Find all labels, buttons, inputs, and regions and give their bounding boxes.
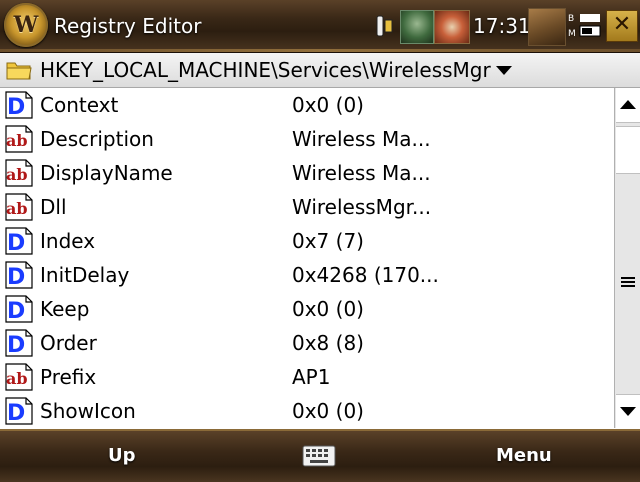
value-name: Index (40, 229, 96, 253)
value-name: DisplayName (40, 161, 173, 185)
value-data: 0x0 (0) (292, 297, 364, 321)
value-data: 0x0 (0) (292, 93, 364, 117)
path-bar[interactable]: HKEY_LOCAL_MACHINE\Services\WirelessMgr (0, 53, 640, 88)
svg-text:D: D (7, 299, 25, 323)
list-item[interactable]: D Index 0x7 (7) (0, 224, 614, 258)
string-value-icon: ab (4, 193, 34, 221)
value-data: WirelessMgr... (292, 195, 432, 219)
value-data: AP1 (292, 365, 331, 389)
svg-text:ab: ab (6, 165, 28, 184)
value-name: Dll (40, 195, 67, 219)
zombie-tray-icon[interactable] (400, 10, 434, 44)
title-bar: W Registry Editor 17:31 B M ✕ (0, 0, 640, 53)
drum-tray-icon[interactable] (434, 10, 470, 44)
registry-value-list[interactable]: D Context 0x0 (0) ab Description Wireless Ma.… (0, 88, 614, 428)
scroll-up-icon[interactable] (616, 88, 640, 123)
list-item[interactable]: D Context 0x0 (0) (0, 88, 614, 122)
svg-text:ab: ab (6, 199, 28, 218)
dword-value-icon: D (4, 261, 34, 290)
dword-value-icon: D (4, 295, 34, 324)
up-softkey[interactable]: Up (108, 445, 136, 466)
svg-text:M: M (568, 29, 576, 39)
scroll-grip-icon[interactable] (621, 272, 635, 287)
list-item[interactable]: D InitDelay 0x4268 (170... (0, 258, 614, 292)
value-name: InitDelay (40, 263, 130, 287)
list-item[interactable]: D ShowIcon 0x0 (0) (0, 394, 614, 428)
value-name: Prefix (40, 365, 97, 389)
value-data: Wireless Ma... (292, 161, 431, 185)
registry-path: HKEY_LOCAL_MACHINE\Services\WirelessMgr (40, 58, 491, 82)
scroll-down-icon[interactable] (616, 394, 640, 429)
value-data: Wireless Ma... (292, 127, 431, 151)
value-data: 0x8 (8) (292, 331, 364, 355)
svg-text:D: D (7, 95, 25, 119)
string-value-icon: ab (4, 159, 34, 187)
svg-text:D: D (7, 231, 25, 255)
dword-value-icon: D (4, 329, 34, 358)
scroll-thumb[interactable] (616, 126, 640, 174)
value-name: Order (40, 331, 97, 355)
phone-icon[interactable] (374, 14, 396, 38)
logo-letter: W (13, 12, 39, 38)
app-title: Registry Editor (54, 14, 202, 38)
signal-battery-icon[interactable]: B M (568, 10, 602, 42)
value-name: Description (40, 127, 154, 151)
value-name: Keep (40, 297, 90, 321)
svg-text:ab: ab (6, 369, 28, 388)
value-data: 0x7 (7) (292, 229, 364, 253)
string-value-icon: ab (4, 125, 34, 153)
chevron-down-icon[interactable] (496, 66, 512, 75)
value-data: 0x0 (0) (292, 399, 364, 423)
list-item[interactable]: ab DisplayName Wireless Ma... (0, 156, 614, 190)
list-item[interactable]: D Keep 0x0 (0) (0, 292, 614, 326)
clock[interactable]: 17:31 (473, 14, 531, 38)
string-value-icon: ab (4, 363, 34, 391)
value-name: ShowIcon (40, 399, 136, 423)
svg-text:D: D (7, 265, 25, 289)
keyboard-icon[interactable] (302, 445, 336, 467)
world-of-warcraft-logo-icon[interactable]: W (4, 3, 48, 47)
list-item[interactable]: D Order 0x8 (8) (0, 326, 614, 360)
list-item[interactable]: ab Description Wireless Ma... (0, 122, 614, 156)
svg-text:D: D (7, 333, 25, 357)
dword-value-icon: D (4, 91, 34, 120)
dword-value-icon: D (4, 397, 34, 426)
folder-icon (6, 59, 32, 81)
softkey-bar: Up Menu (0, 429, 640, 482)
scrollbar[interactable] (614, 88, 640, 429)
svg-text:B: B (568, 14, 574, 24)
list-item[interactable]: ab Prefix AP1 (0, 360, 614, 394)
menu-softkey[interactable]: Menu (496, 445, 552, 466)
value-data: 0x4268 (170... (292, 263, 439, 287)
bag-tray-icon[interactable] (528, 8, 566, 46)
close-button[interactable]: ✕ (606, 10, 638, 42)
svg-text:D: D (7, 401, 25, 425)
list-item[interactable]: ab Dll WirelessMgr... (0, 190, 614, 224)
svg-text:ab: ab (6, 131, 28, 150)
value-name: Context (40, 93, 119, 117)
dword-value-icon: D (4, 227, 34, 256)
